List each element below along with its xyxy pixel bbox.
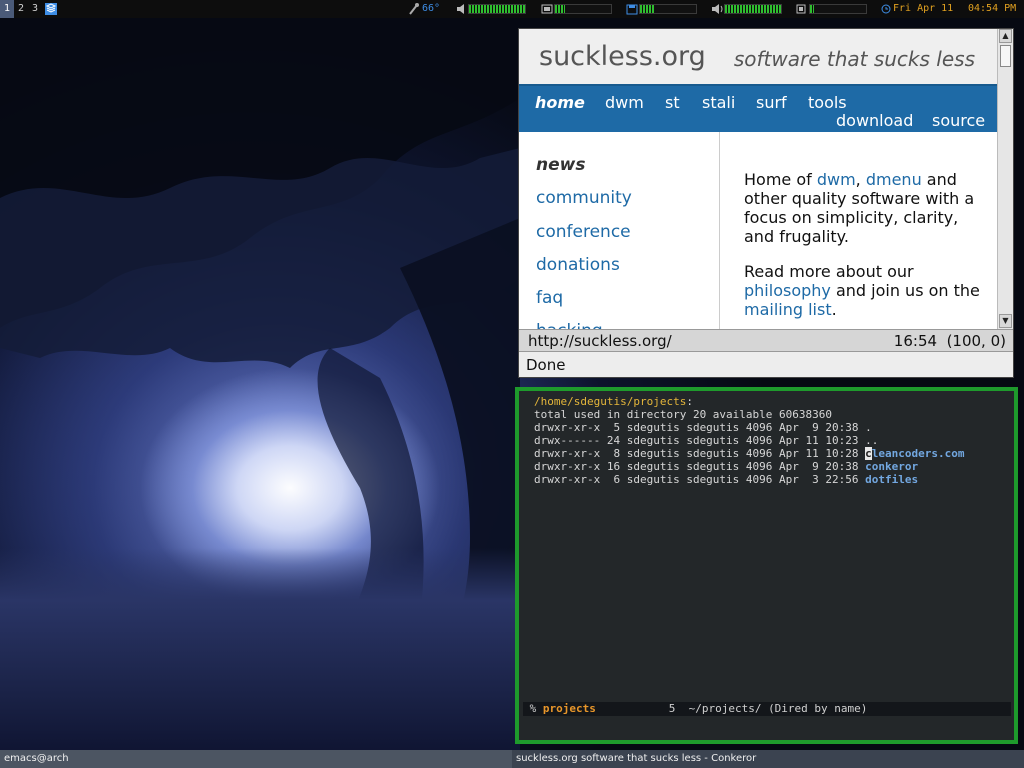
intro-paragraph: Home of dwm, dmenu and other quality sof… xyxy=(744,170,989,246)
top-status-bar: 1 2 3 66° Fri Apr 11 04:54 PM xyxy=(0,0,1024,18)
sidebar-item-community[interactable]: community xyxy=(536,188,632,208)
dired-total-line: total used in directory 20 available 606… xyxy=(534,408,833,421)
philosophy-paragraph: Read more about our philosophy and join … xyxy=(744,262,989,319)
volume-meter[interactable] xyxy=(468,4,526,14)
cpu-icon xyxy=(795,2,809,16)
grass-field xyxy=(0,548,520,750)
dmenu-link[interactable]: dmenu xyxy=(866,170,922,189)
site-header: suckless.org software that sucks less xyxy=(519,29,997,84)
dired-file-row[interactable]: drwx------ 24 sdegutis sdegutis 4096 Apr… xyxy=(534,434,878,447)
dired-file-row[interactable]: drwxr-xr-x 5 sdegutis sdegutis 4096 Apr … xyxy=(534,421,872,434)
current-url: http://suckless.org/ xyxy=(528,332,672,350)
dired-row-attrs: drwxr-xr-x 5 sdegutis sdegutis 4096 Apr … xyxy=(534,421,866,434)
nav-source-link[interactable]: source xyxy=(932,111,985,130)
dired-row-attrs: drwxr-xr-x 6 sdegutis sdegutis 4096 Apr … xyxy=(534,473,866,486)
clock-icon xyxy=(880,2,894,16)
main-article: Home of dwm, dmenu and other quality sof… xyxy=(744,170,989,329)
workspace-1-tag[interactable]: 1 xyxy=(0,0,14,18)
text-cursor: c xyxy=(865,447,872,460)
disk-meter xyxy=(639,4,697,14)
dwm-link[interactable]: dwm xyxy=(817,170,856,189)
sidebar-menu: news community conference donations faq … xyxy=(519,132,720,329)
sidebar-item-faq[interactable]: faq xyxy=(536,288,563,308)
cpu-meter xyxy=(809,4,867,14)
disk-icon xyxy=(626,2,640,16)
nav-tools-link[interactable]: tools xyxy=(808,93,847,112)
sidebar-item-donations[interactable]: donations xyxy=(536,255,620,275)
dired-file-name[interactable]: dotfiles xyxy=(865,473,918,486)
bottom-title-bar: emacs@arch suckless.org software that su… xyxy=(0,750,1024,768)
mode-line-status: 16:54 (100, 0) xyxy=(894,332,1006,350)
vertical-scrollbar[interactable]: ▲ ▼ xyxy=(997,29,1013,329)
sidebar-item-news[interactable]: news xyxy=(536,155,585,175)
mailing-list-link[interactable]: mailing list xyxy=(744,300,832,319)
nav-surf-link[interactable]: surf xyxy=(756,93,787,112)
emacs-mode-line: % projects 5 ~/projects/ (Dired by name) xyxy=(523,702,1011,716)
philosophy-link[interactable]: philosophy xyxy=(744,281,831,300)
layout-icon[interactable] xyxy=(44,2,58,16)
minibuffer-message: Done xyxy=(526,356,566,374)
dired-file-name[interactable]: . xyxy=(865,421,872,434)
more-text-2: and join us on the xyxy=(830,281,980,300)
nav-st-link[interactable]: st xyxy=(665,93,680,112)
modeline-line-number: 5 xyxy=(668,702,676,715)
scrollbar-thumb[interactable] xyxy=(1000,45,1011,67)
emacs-dired-window[interactable]: /home/sdegutis/projects: total used in d… xyxy=(515,387,1018,744)
browser-minibuffer[interactable]: Done xyxy=(519,351,1013,377)
date-label: Fri Apr 11 xyxy=(893,3,954,14)
scroll-up-icon[interactable]: ▲ xyxy=(999,29,1012,43)
dired-row-attrs: drwx------ 24 sdegutis sdegutis 4096 Apr… xyxy=(534,434,866,447)
sidebar-item-hacking[interactable]: hacking xyxy=(536,321,603,329)
modeline-flag: % xyxy=(529,702,537,715)
dired-file-row[interactable]: drwxr-xr-x 8 sdegutis sdegutis 4096 Apr … xyxy=(534,447,964,460)
conkeror-browser-window[interactable]: suckless.org software that sucks less ho… xyxy=(518,28,1014,378)
browser-mode-line: http://suckless.org/ 16:54 (100, 0) xyxy=(519,329,1013,351)
dired-file-row[interactable]: drwxr-xr-x 6 sdegutis sdegutis 4096 Apr … xyxy=(534,473,918,486)
dired-row-attrs: drwxr-xr-x 8 sdegutis sdegutis 4096 Apr … xyxy=(534,447,866,460)
more-text-3: . xyxy=(831,300,837,319)
intro-text-2: , xyxy=(855,170,866,189)
temperature-icon xyxy=(408,2,422,16)
modeline-mode-info: ~/projects/ (Dired by name) xyxy=(688,702,868,715)
dired-directory-header[interactable]: /home/sdegutis/projects xyxy=(534,395,686,408)
left-window-title[interactable]: emacs@arch xyxy=(4,750,69,768)
nav-dwm-link[interactable]: dwm xyxy=(605,93,644,112)
temperature-value: 66° xyxy=(422,3,441,14)
page-content: news community conference donations faq … xyxy=(519,132,997,329)
speaker-icon xyxy=(710,2,724,16)
dired-file-name[interactable]: conkeror xyxy=(865,460,918,473)
memory-icon xyxy=(541,2,555,16)
site-logo[interactable]: suckless.org xyxy=(539,41,706,72)
sidebar-item-conference[interactable]: conference xyxy=(536,222,631,242)
dired-file-name[interactable]: .. xyxy=(865,434,878,447)
scroll-position: (100, 0) xyxy=(946,332,1006,350)
speaker-meter[interactable] xyxy=(724,4,782,14)
time-label: 04:54 PM xyxy=(968,3,1017,14)
workspace-3-tag[interactable]: 3 xyxy=(28,0,42,18)
intro-text-1: Home of xyxy=(744,170,817,189)
nav-home-link[interactable]: home xyxy=(535,93,585,112)
volume-icon xyxy=(455,2,469,16)
dired-file-name[interactable]: cleancoders.com xyxy=(865,447,964,460)
memory-meter xyxy=(554,4,612,14)
modeline-buffer-name[interactable]: projects xyxy=(543,702,596,715)
scroll-down-icon[interactable]: ▼ xyxy=(999,314,1012,328)
dired-listing: /home/sdegutis/projects: total used in d… xyxy=(534,395,965,486)
nav-download-link[interactable]: download xyxy=(836,111,913,130)
nav-stali-link[interactable]: stali xyxy=(702,93,735,112)
more-text-1: Read more about our xyxy=(744,262,914,281)
dired-row-attrs: drwxr-xr-x 16 sdegutis sdegutis 4096 Apr… xyxy=(534,460,866,473)
status-time: 16:54 xyxy=(893,332,938,350)
right-window-title[interactable]: suckless.org software that sucks less - … xyxy=(512,750,1024,768)
dired-file-row[interactable]: drwxr-xr-x 16 sdegutis sdegutis 4096 Apr… xyxy=(534,460,918,473)
workspace-2-tag[interactable]: 2 xyxy=(14,0,28,18)
site-nav-bar: home dwm st stali surf tools download so… xyxy=(519,84,997,132)
site-tagline: software that sucks less xyxy=(733,47,975,71)
